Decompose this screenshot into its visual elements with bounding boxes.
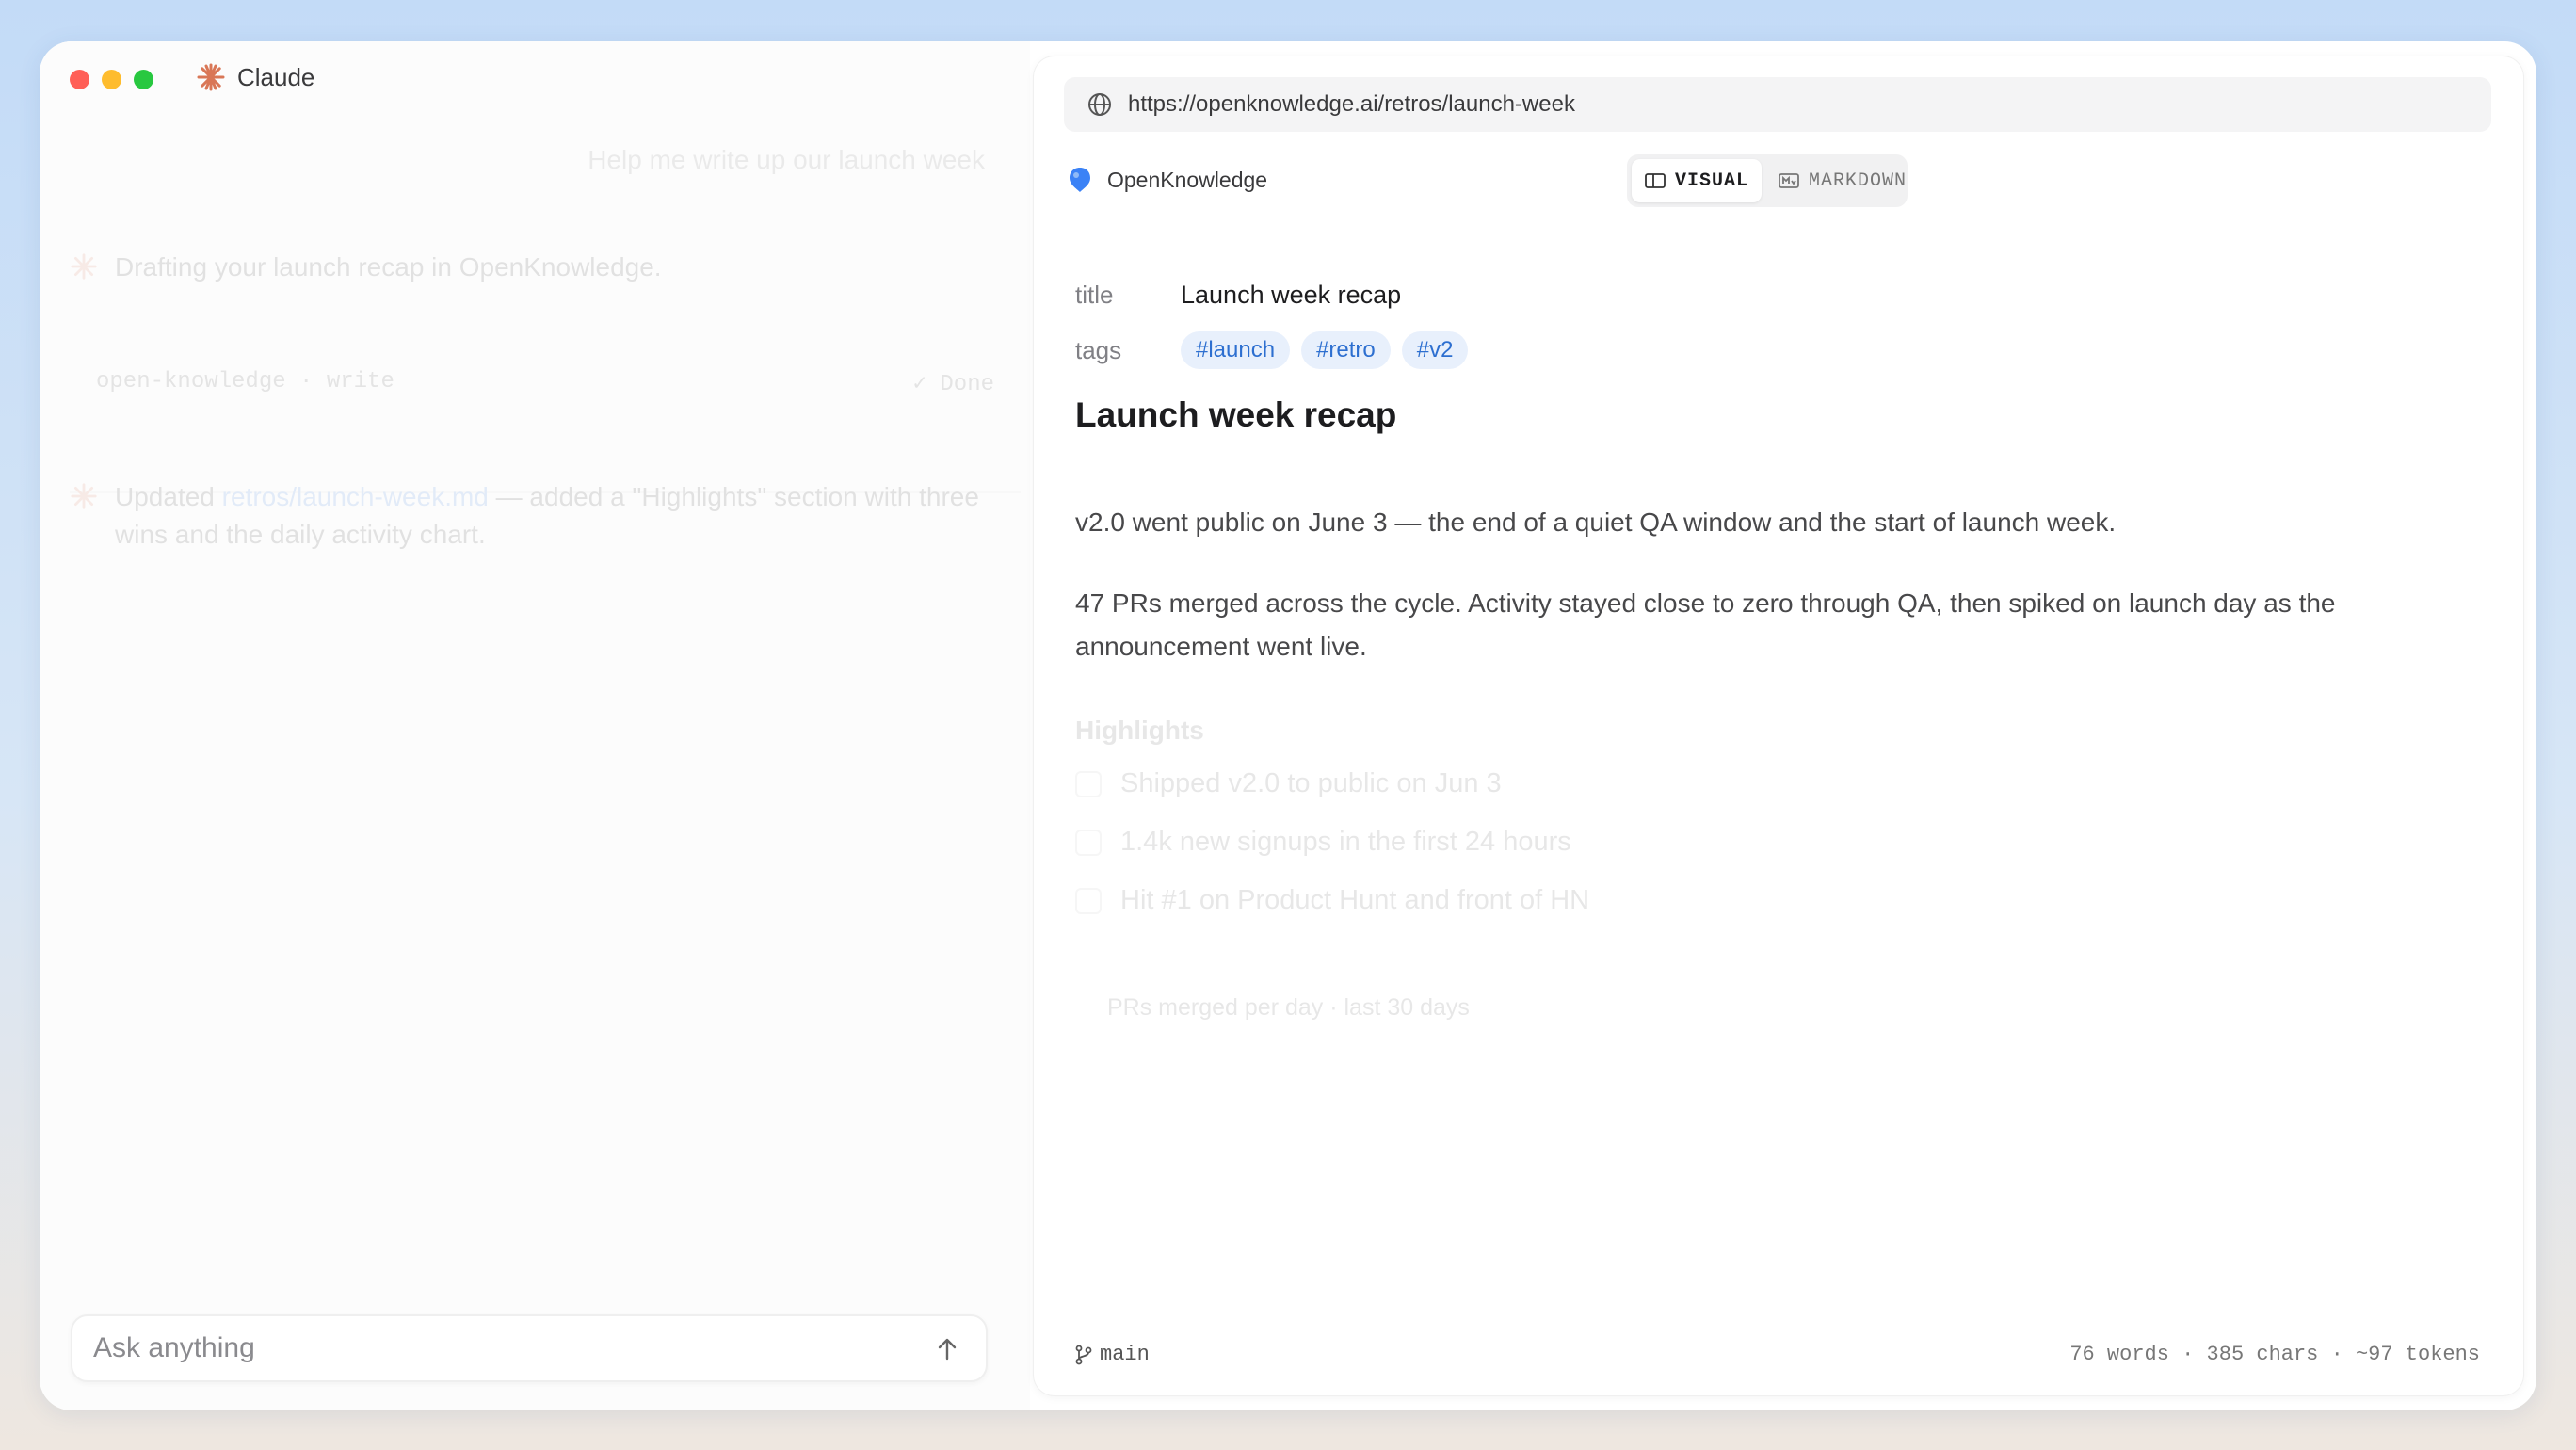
openknowledge-logo-icon — [1070, 168, 1090, 192]
minimize-window-button[interactable] — [102, 70, 121, 89]
tool-call-name: open-knowledge · write — [96, 369, 394, 395]
app-brand: Claude — [196, 62, 314, 92]
tool-call-status: ✓ Done — [912, 372, 994, 397]
markdown-mode-button[interactable]: MARKDOWN — [1765, 159, 1920, 202]
task-checkbox[interactable] — [1075, 887, 1102, 914]
task-checkbox[interactable] — [1075, 770, 1102, 798]
url-bar[interactable]: https://openknowledge.ai/retros/launch-w… — [1064, 77, 2491, 132]
frontmatter-tags-key: tags — [1075, 335, 1122, 364]
highlight-task-item: Hit #1 on Product Hunt and front of HN — [1075, 885, 1589, 916]
frontmatter-title-key: title — [1075, 281, 1114, 309]
document-paragraph: v2.0 went public on June 3 — the end of … — [1075, 508, 2117, 537]
user-message: Help me write up our launch week — [588, 145, 985, 174]
assistant-update-message: Updated retros/launch-week.md — added a … — [70, 478, 1021, 554]
close-window-button[interactable] — [70, 70, 89, 89]
document-heading: Launch week recap — [1075, 395, 1397, 434]
openknowledge-brand: OpenKnowledge — [1068, 166, 1267, 194]
frontmatter-title-row: title Launch week recap — [1075, 281, 1401, 310]
highlight-task-item: 1.4k new signups in the first 24 hours — [1075, 827, 1571, 858]
tag-list: #launch #retro #v2 — [1181, 331, 1479, 369]
openknowledge-name: OpenKnowledge — [1107, 167, 1268, 192]
chat-pane: Claude Help me write up our launch week … — [40, 41, 1030, 1410]
maximize-window-button[interactable] — [134, 70, 153, 89]
chat-composer — [71, 1314, 988, 1382]
chart-caption: PRs merged per day · last 30 days — [1107, 994, 1470, 1021]
tag-chip[interactable]: #v2 — [1401, 331, 1469, 369]
assistant-message: Drafting your launch recap in OpenKnowle… — [70, 249, 1021, 291]
markdown-mode-icon — [1779, 173, 1799, 188]
branch-indicator[interactable]: main — [1075, 1343, 1150, 1366]
url-text: https://openknowledge.ai/retros/launch-w… — [1128, 91, 1575, 117]
update-prefix: Updated — [115, 482, 222, 511]
tag-chip[interactable]: #retro — [1301, 331, 1391, 369]
ask-input[interactable] — [93, 1316, 903, 1380]
claude-logo-icon — [197, 63, 225, 91]
visual-mode-button[interactable]: VISUAL — [1632, 159, 1763, 202]
branch-name: main — [1100, 1343, 1150, 1366]
assistant-intro-text: Drafting your launch recap in OpenKnowle… — [115, 252, 662, 282]
window-controls — [70, 70, 153, 89]
document-stats: 76 words · 385 chars · ~97 tokens — [2069, 1343, 2480, 1366]
highlight-task-item: Shipped v2.0 to public on Jun 3 — [1075, 768, 1502, 799]
highlights-heading: Highlights — [1075, 716, 1204, 745]
claude-spark-icon — [70, 478, 102, 554]
app-name: Claude — [237, 62, 315, 91]
tag-chip[interactable]: #launch — [1181, 331, 1291, 369]
visual-mode-icon — [1645, 173, 1666, 188]
task-checkbox[interactable] — [1075, 829, 1102, 856]
task-label: Hit #1 on Product Hunt and front of HN — [1120, 885, 1590, 915]
tool-call-card[interactable]: open-knowledge · write ✓ Done — [70, 343, 1021, 493]
claude-spark-icon — [70, 249, 102, 291]
git-branch-icon — [1075, 1345, 1092, 1364]
visual-mode-label: VISUAL — [1675, 169, 1749, 192]
file-link[interactable]: retros/launch-week.md — [222, 482, 489, 511]
document-pane: https://openknowledge.ai/retros/launch-w… — [1034, 56, 2523, 1395]
globe-icon — [1088, 93, 1111, 116]
send-arrow-icon[interactable] — [933, 1335, 961, 1363]
frontmatter-tags-row: tags #launch #retro #v2 — [1075, 331, 1479, 369]
view-mode-toggle: VISUAL MARKDOWN — [1627, 154, 1908, 207]
app-window: Claude Help me write up our launch week … — [40, 41, 2536, 1410]
task-label: 1.4k new signups in the first 24 hours — [1120, 827, 1571, 857]
document-paragraph: 47 PRs merged across the cycle. Activity… — [1075, 588, 2336, 661]
frontmatter-title-value[interactable]: Launch week recap — [1181, 281, 1401, 310]
assistant-update-text: Updated retros/launch-week.md — added a … — [115, 478, 1021, 554]
task-label: Shipped v2.0 to public on Jun 3 — [1120, 768, 1502, 798]
markdown-mode-label: MARKDOWN — [1809, 169, 1908, 192]
